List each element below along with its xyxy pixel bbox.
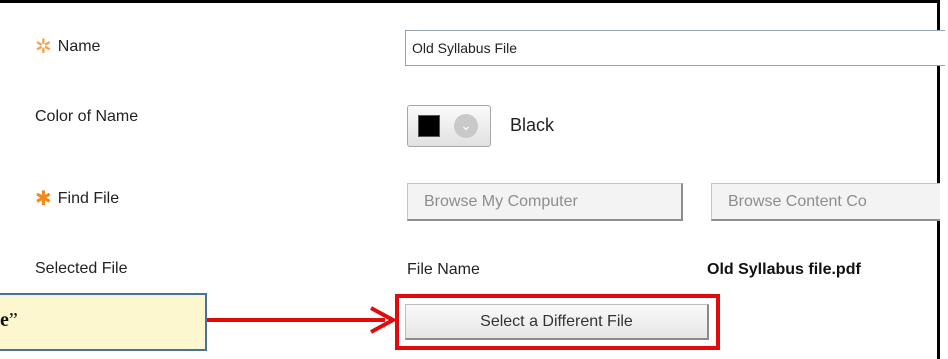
name-input[interactable] [405, 30, 945, 66]
color-picker[interactable]: ⌄ [407, 105, 491, 147]
color-swatch [418, 115, 440, 137]
chevron-down-icon: ⌄ [454, 114, 478, 138]
callout-text: e [0, 309, 9, 331]
color-value: Black [510, 115, 555, 135]
find-file-row-label: ✱ Find File [35, 188, 119, 208]
color-of-name-label: Color of Name [35, 108, 139, 125]
selected-file-label: Selected File [35, 260, 128, 277]
file-name-label: File Name [407, 261, 480, 278]
red-arrow-icon [207, 306, 398, 334]
select-different-file-button[interactable]: Select a Different File [405, 304, 709, 340]
name-label: Name [57, 38, 101, 55]
name-row-label: ✲ Name [35, 36, 100, 56]
browse-content-collection-button[interactable]: Browse Content Co [711, 183, 940, 221]
find-file-label: Find File [57, 190, 120, 207]
required-asterisk-icon: ✲ [35, 34, 52, 58]
callout-quote: ” [8, 309, 18, 331]
file-name-value: Old Syllabus file.pdf [707, 261, 861, 278]
callout-box: e” [0, 293, 207, 351]
required-asterisk-icon: ✱ [35, 186, 52, 210]
browse-my-computer-button[interactable]: Browse My Computer [407, 183, 683, 221]
highlight-box: Select a Different File [395, 294, 720, 350]
